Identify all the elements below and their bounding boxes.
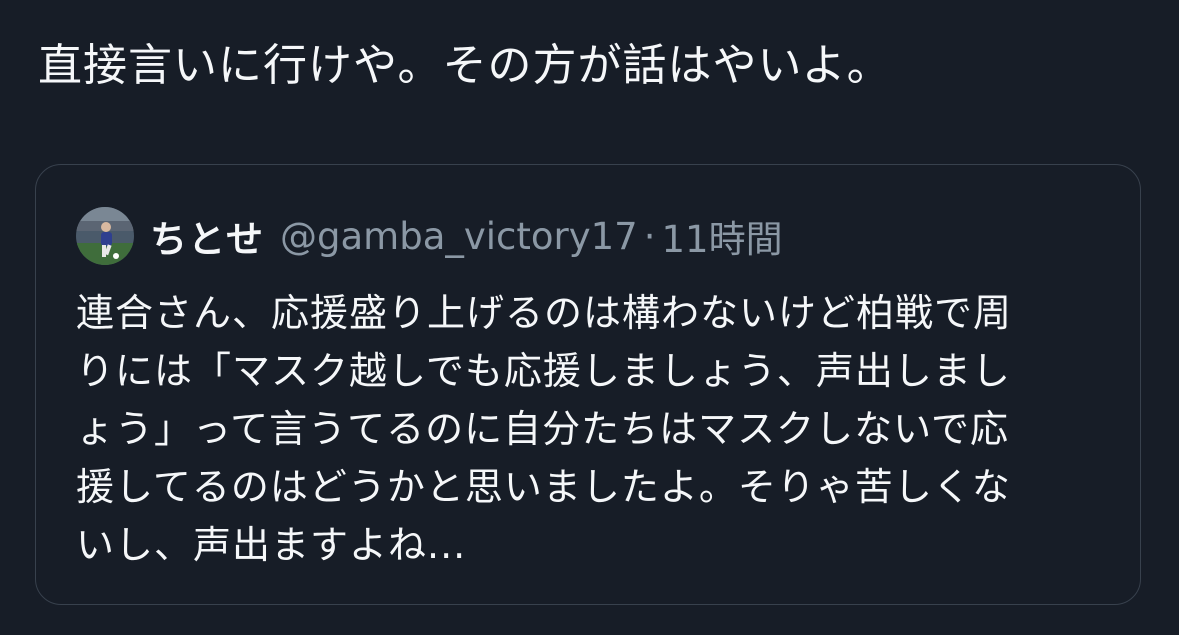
header-separator: · [643, 214, 656, 258]
quoted-body-line: ょう」って言うてるのに自分たちはマスクしないで応 [76, 407, 1009, 451]
tweet-text: 直接言いに行けや。その方が話はやいよ。 [38, 40, 892, 91]
quoted-display-name[interactable]: ちとせ [150, 209, 264, 263]
quoted-tweet-card[interactable]: ちとせ @gamba_victory17 · 11時間 連合さん、応援盛り上げる… [35, 164, 1141, 605]
quoted-tweet-header: ちとせ @gamba_victory17 · 11時間 [76, 205, 783, 267]
user-avatar-icon[interactable] [76, 207, 134, 265]
quoted-body-line: りには「マスク越しでも応援しましょう、声出しまし [76, 349, 1011, 393]
quoted-body-line: 連合さん、応援盛り上げるのは構わないけど柏戦で周 [76, 291, 1013, 335]
quoted-timestamp[interactable]: 11時間 [661, 209, 782, 263]
quoted-handle[interactable]: @gamba_victory17 [280, 215, 638, 258]
quoted-tweet-body: 連合さん、応援盛り上げるのは構わないけど柏戦で周 りには「マスク越しでも応援しま… [76, 284, 1106, 574]
quoted-body-line: いし、声出ますよね... [76, 523, 467, 567]
quoted-body-line: 援してるのはどうかと思いましたよ。そりゃ苦しくな [76, 465, 1011, 509]
